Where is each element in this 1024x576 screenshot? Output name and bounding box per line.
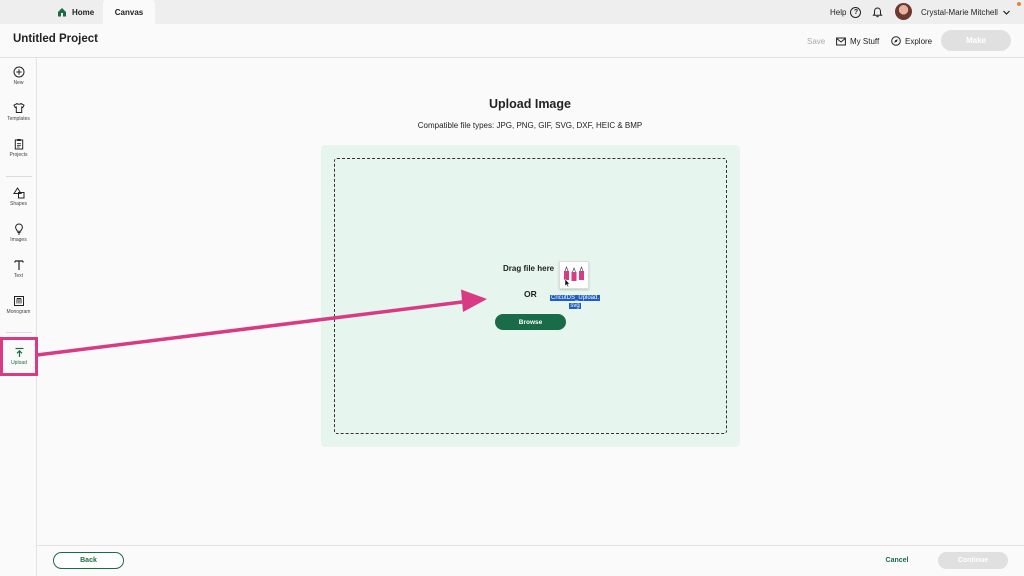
sidebar-item-new[interactable]: New: [0, 66, 37, 100]
dragged-file-name-line1: CricutDS_Upload.: [549, 295, 601, 301]
tab-canvas-label: Canvas: [114, 7, 144, 17]
footer-bar: [37, 545, 1024, 576]
help-icon: ?: [850, 6, 862, 18]
sidebar-item-monogram[interactable]: Monogram: [0, 295, 37, 329]
bell-icon: [872, 6, 883, 17]
sidebar-item-label: Projects: [9, 152, 28, 158]
save-button[interactable]: Save: [807, 24, 825, 58]
avatar[interactable]: [895, 3, 912, 20]
my-stuff-button[interactable]: My Stuff: [836, 24, 879, 58]
plus-circle-icon: [13, 66, 24, 78]
text-icon: [13, 260, 24, 270]
explore-button[interactable]: Explore: [891, 24, 932, 58]
sidebar-item-text[interactable]: Text: [0, 259, 37, 293]
top-tab-bar: Home Canvas Help ? Crystal-Marie Mitchel…: [0, 0, 1024, 24]
user-name[interactable]: Crystal-Marie Mitchell: [921, 0, 998, 24]
mail-icon: [836, 37, 846, 45]
clipboard-icon: [14, 139, 23, 150]
upload-icon: [15, 347, 23, 357]
sidebar-divider: [6, 176, 32, 177]
dragged-file-thumbnail: [559, 261, 589, 289]
lightbulb-icon: [14, 223, 23, 235]
sidebar-item-label: Monogram: [6, 309, 31, 315]
tab-home[interactable]: Home: [52, 0, 104, 24]
sidebar-item-label: Images: [10, 237, 27, 243]
sidebar-item-images[interactable]: Images: [0, 223, 37, 257]
shirt-icon: [12, 102, 25, 113]
tab-home-label: Home: [72, 7, 95, 17]
page-title: Upload Image: [489, 97, 571, 111]
file-preview-icon: [564, 266, 584, 288]
sidebar-item-label: Upload: [11, 360, 27, 366]
browse-button[interactable]: Browse: [495, 314, 566, 330]
sidebar-item-label: Templates: [7, 116, 30, 122]
file-types-note: Compatible file types: JPG, PNG, GIF, SV…: [417, 121, 643, 130]
drag-instruction: Drag file here: [503, 264, 555, 273]
cancel-button[interactable]: Cancel: [878, 552, 916, 569]
sidebar-item-templates[interactable]: Templates: [0, 102, 37, 136]
my-stuff-label: My Stuff: [850, 36, 880, 46]
home-icon: [58, 8, 66, 17]
sidebar-item-label: Text: [13, 273, 24, 279]
sidebar-divider: [6, 332, 32, 333]
sidebar-item-shapes[interactable]: Shapes: [0, 187, 37, 221]
sidebar-item-label: New: [13, 80, 24, 86]
tab-canvas[interactable]: Canvas: [103, 0, 155, 24]
help-label: Help: [830, 7, 847, 17]
shapes-icon: [12, 187, 24, 199]
sidebar-item-upload[interactable]: Upload: [0, 337, 38, 376]
user-menu-toggle[interactable]: [1002, 0, 1011, 24]
notifications-button[interactable]: [872, 0, 883, 24]
project-header: Untitled Project Save My Stuff Explore M…: [0, 24, 1024, 58]
project-title[interactable]: Untitled Project: [13, 33, 98, 45]
or-separator: OR: [524, 289, 537, 299]
sidebar-item-projects[interactable]: Projects: [0, 138, 37, 172]
make-button[interactable]: Make: [941, 30, 1011, 51]
compass-icon: [891, 36, 901, 46]
continue-button[interactable]: Continue: [938, 552, 1008, 569]
back-button[interactable]: Back: [53, 552, 124, 569]
dragged-file-name: CricutDS_Upload. svg: [546, 295, 604, 310]
help-button[interactable]: Help ?: [830, 0, 862, 24]
left-sidebar: New Templates Projects Shapes Images Tex…: [0, 58, 38, 576]
explore-label: Explore: [905, 36, 933, 46]
monogram-icon: [13, 296, 24, 306]
chevron-down-icon: [1003, 10, 1010, 15]
dragged-file-name-line2: svg: [569, 302, 581, 309]
notification-dot: [1017, 2, 1021, 6]
sidebar-item-label: Shapes: [10, 201, 27, 207]
